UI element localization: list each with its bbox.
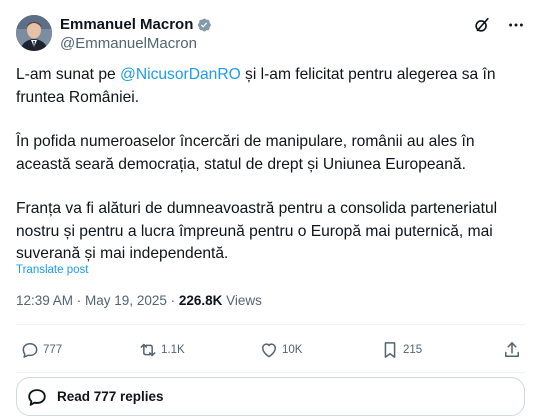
speech-bubble-icon	[28, 388, 46, 406]
views-label: Views	[222, 293, 262, 308]
post-text-1a: L-am sunat pe	[16, 66, 121, 83]
post-meta: 12:39 AM · May 19, 2025 · 226.8K Views	[16, 292, 262, 310]
repost-button[interactable]: 1.1K	[138, 330, 185, 370]
bookmark-count: 215	[403, 344, 423, 356]
meta-separator: ·	[73, 293, 86, 308]
post-text: L-am sunat pe @NicusorDanRO și l-am feli…	[16, 64, 516, 266]
read-replies-label: Read 777 replies	[57, 389, 164, 404]
views-count: 226.8K	[178, 293, 223, 308]
share-button[interactable]	[502, 330, 522, 370]
verified-badge-icon[interactable]	[196, 17, 212, 33]
post-date[interactable]: May 19, 2025	[85, 293, 167, 308]
repost-count: 1.1K	[161, 344, 185, 356]
author-avatar[interactable]	[16, 15, 52, 51]
post-time[interactable]: 12:39 AM	[16, 293, 73, 308]
author-handle[interactable]: @EmmanuelMacron	[60, 34, 197, 54]
repost-icon	[140, 343, 156, 357]
author-name-text[interactable]: Emmanuel Macron	[60, 15, 193, 35]
post-paragraph-2: În pofida numeroaselor încercări de mani…	[16, 133, 475, 173]
bookmark-icon	[384, 342, 396, 358]
like-icon	[262, 343, 276, 358]
share-icon	[505, 342, 519, 357]
like-count: 10K	[282, 344, 303, 356]
bookmark-button[interactable]: 215	[380, 330, 422, 370]
reply-icon	[22, 343, 38, 358]
divider	[16, 324, 525, 325]
meta-separator: ·	[166, 293, 179, 308]
divider	[16, 372, 525, 373]
grok-icon[interactable]	[471, 14, 493, 36]
post-card: Emmanuel Macron @EmmanuelMacron L-am sun…	[0, 0, 541, 418]
action-bar: 777 1.1K 10K 215	[16, 330, 525, 370]
author-name[interactable]: Emmanuel Macron	[60, 15, 212, 35]
post-top-actions	[471, 14, 527, 36]
post-paragraph-3: Franța va fi alături de dumneavoastră pe…	[16, 200, 498, 262]
reply-count: 777	[43, 344, 63, 356]
read-replies-button[interactable]: Read 777 replies	[16, 377, 525, 416]
more-icon[interactable]	[505, 14, 527, 36]
mention-link[interactable]: @NicusorDanRO	[120, 66, 241, 83]
post-paragraph-1: L-am sunat pe @NicusorDanRO și l-am feli…	[16, 64, 516, 109]
like-button[interactable]: 10K	[259, 330, 302, 370]
reply-button[interactable]: 777	[20, 330, 62, 370]
translate-post-link[interactable]: Translate post	[16, 263, 88, 277]
